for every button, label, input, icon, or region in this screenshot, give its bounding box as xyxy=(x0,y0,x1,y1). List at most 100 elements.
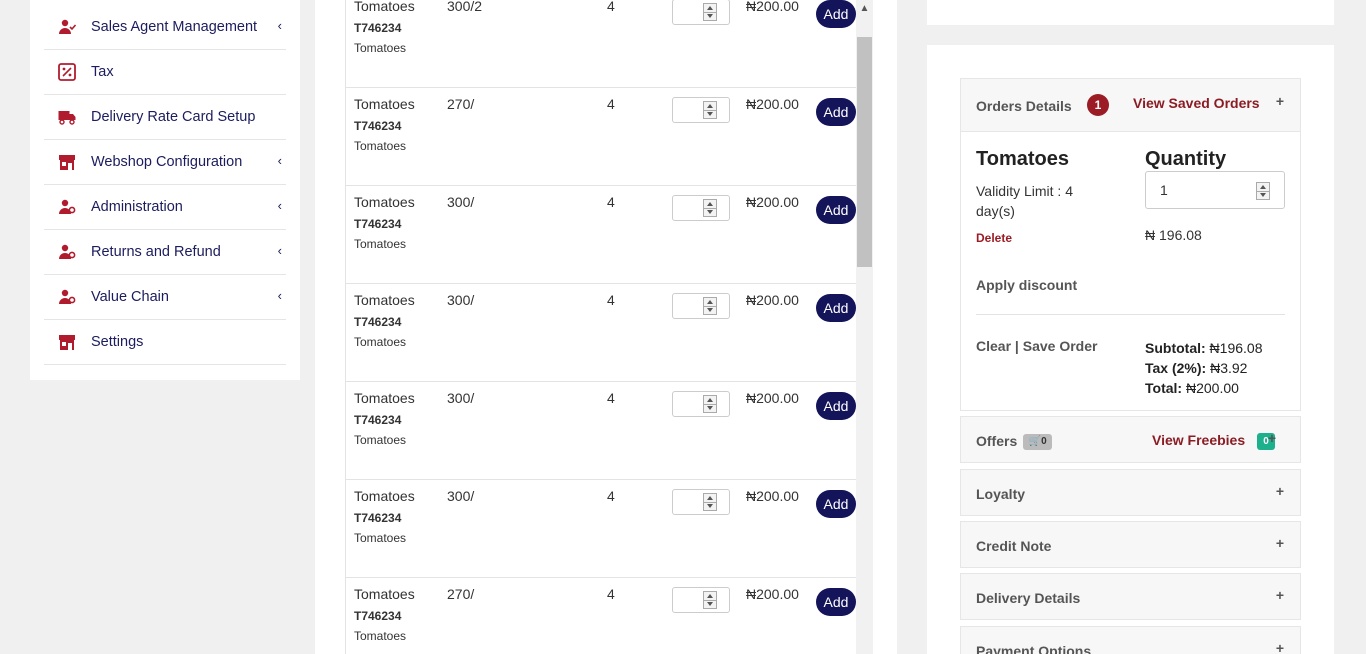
sidebar-item-label: Sales Agent Management xyxy=(91,19,258,35)
product-stock: 4 xyxy=(607,194,615,210)
product-name: Tomatoes xyxy=(354,292,415,308)
product-name: Tomatoes xyxy=(354,488,415,504)
quantity-stepper[interactable]: 1 xyxy=(672,489,730,515)
product-stock: 4 xyxy=(607,96,615,112)
quantity-stepper[interactable]: 1 xyxy=(672,587,730,613)
table-row: Tomatoes T746234 Tomatoes 300/ 4 1 ₦200.… xyxy=(346,284,856,382)
order-totals: Subtotal: ₦196.08 Tax (2%): ₦3.92 Total:… xyxy=(1145,338,1262,398)
product-price: ₦200.00 xyxy=(746,488,799,504)
sidebar-item-tax[interactable]: Tax xyxy=(44,50,286,95)
sidebar-item-webshop-configuration[interactable]: Webshop Configuration ‹ xyxy=(44,140,286,185)
product-stock: 4 xyxy=(607,586,615,602)
total-label: Total: xyxy=(1145,380,1183,396)
user-cog-icon xyxy=(58,288,76,306)
accordion-title: Delivery Details xyxy=(976,590,1081,606)
product-panel: Tomatoes T746234 Tomatoes 300/2 4 1 ₦200… xyxy=(315,0,897,654)
orders-details-header[interactable]: Orders Details 1 View Saved Orders + xyxy=(961,79,1300,132)
product-category: Tomatoes xyxy=(354,41,407,55)
orders-details-title: Orders Details xyxy=(976,98,1072,114)
save-order-link[interactable]: Save Order xyxy=(1023,338,1098,354)
scrollbar-thumb[interactable] xyxy=(857,37,872,267)
chevron-left-icon: ‹ xyxy=(277,18,282,33)
table-row: Tomatoes T746234 Tomatoes 300/ 4 1 ₦200.… xyxy=(346,186,856,284)
product-size: 300/ xyxy=(447,488,475,504)
view-saved-orders-link[interactable]: View Saved Orders xyxy=(1133,95,1260,111)
product-price: ₦200.00 xyxy=(746,0,799,14)
offers-title: Offers 🛒0 xyxy=(976,433,1053,451)
quantity-heading: Quantity xyxy=(1145,148,1227,170)
delivery-details-accordion[interactable]: Delivery Details + xyxy=(960,573,1301,620)
add-button[interactable]: Add xyxy=(816,294,856,322)
clear-link[interactable]: Clear xyxy=(976,338,1011,354)
product-category: Tomatoes xyxy=(354,433,407,447)
sidebar-item-administration[interactable]: Administration ‹ xyxy=(44,185,286,230)
sidebar-item-label: Value Chain xyxy=(91,289,169,305)
separator: | xyxy=(1014,338,1019,354)
scrollbar[interactable]: ▲ xyxy=(856,0,873,654)
quantity-stepper[interactable]: 1 xyxy=(672,97,730,123)
chevron-left-icon: ‹ xyxy=(277,243,282,258)
order-item-price: ₦ 196.08 xyxy=(1145,227,1202,243)
orders-count-badge: 1 xyxy=(1087,94,1109,116)
quantity-stepper[interactable]: 1 xyxy=(672,195,730,221)
sidebar-item-value-chain[interactable]: Value Chain ‹ xyxy=(44,275,286,320)
product-code: T746234 xyxy=(354,119,402,133)
order-quantity-input[interactable]: 1 xyxy=(1145,171,1285,209)
subtotal-label: Subtotal: xyxy=(1145,340,1206,356)
apply-discount-link[interactable]: Apply discount xyxy=(976,277,1077,293)
clear-save-actions: Clear | Save Order xyxy=(976,338,1097,354)
product-price: ₦200.00 xyxy=(746,586,799,602)
table-row: Tomatoes T746234 Tomatoes 270/ 4 1 ₦200.… xyxy=(346,578,856,654)
divider xyxy=(976,314,1285,315)
plus-icon[interactable]: + xyxy=(1276,587,1284,603)
quantity-stepper[interactable]: 1 xyxy=(672,0,730,25)
delete-link[interactable]: Delete xyxy=(976,231,1012,245)
cart-count: 0 xyxy=(1041,436,1047,448)
product-stock: 4 xyxy=(607,488,615,504)
add-button[interactable]: Add xyxy=(816,0,856,28)
sidebar-item-returns-and-refund[interactable]: Returns and Refund ‹ xyxy=(44,230,286,275)
plus-icon[interactable]: + xyxy=(1276,640,1284,654)
store-icon xyxy=(58,153,76,171)
plus-icon[interactable]: + xyxy=(1268,430,1276,446)
tax-value: ₦3.92 xyxy=(1210,360,1248,376)
user-cog-icon xyxy=(58,243,76,261)
product-name: Tomatoes xyxy=(354,586,415,602)
product-code: T746234 xyxy=(354,511,402,525)
order-quantity-value: 1 xyxy=(1160,182,1168,198)
plus-icon[interactable]: + xyxy=(1276,483,1284,499)
add-button[interactable]: Add xyxy=(816,196,856,224)
product-stock: 4 xyxy=(607,292,615,308)
add-button[interactable]: Add xyxy=(816,98,856,126)
plus-icon[interactable]: + xyxy=(1276,93,1284,109)
product-name: Tomatoes xyxy=(354,96,415,112)
chevron-left-icon: ‹ xyxy=(277,198,282,213)
sidebar-item-settings[interactable]: Settings xyxy=(44,320,286,365)
plus-icon[interactable]: + xyxy=(1276,535,1284,551)
orders-details-box: Orders Details 1 View Saved Orders + Tom… xyxy=(960,78,1301,411)
add-button[interactable]: Add xyxy=(816,490,856,518)
sidebar-item-sales-agent-management[interactable]: Sales Agent Management ‹ xyxy=(44,5,286,50)
offers-accordion[interactable]: Offers 🛒0 View Freebies 0 + xyxy=(960,416,1301,463)
product-size: 300/ xyxy=(447,292,475,308)
quantity-stepper[interactable]: 1 xyxy=(672,293,730,319)
offers-label: Offers xyxy=(976,433,1018,449)
payment-options-accordion[interactable]: Payment Options + xyxy=(960,626,1301,654)
add-button[interactable]: Add xyxy=(816,588,856,616)
product-size: 300/2 xyxy=(447,0,483,14)
product-price: ₦200.00 xyxy=(746,390,799,406)
order-panel: Orders Details 1 View Saved Orders + Tom… xyxy=(927,45,1334,654)
sidebar-item-label: Webshop Configuration xyxy=(91,154,243,170)
add-button[interactable]: Add xyxy=(816,392,856,420)
sidebar-item-delivery-rate-card-setup[interactable]: Delivery Rate Card Setup xyxy=(44,95,286,140)
credit-note-accordion[interactable]: Credit Note + xyxy=(960,521,1301,568)
loyalty-accordion[interactable]: Loyalty + xyxy=(960,469,1301,516)
quantity-stepper[interactable]: 1 xyxy=(672,391,730,417)
accordion-title: Credit Note xyxy=(976,538,1052,554)
sidebar-item-label: Returns and Refund xyxy=(91,244,221,260)
product-code: T746234 xyxy=(354,609,402,623)
product-price: ₦200.00 xyxy=(746,194,799,210)
scroll-up-icon[interactable]: ▲ xyxy=(856,0,873,17)
view-freebies-link[interactable]: View Freebies xyxy=(1152,432,1245,448)
user-cog-icon xyxy=(58,198,76,216)
